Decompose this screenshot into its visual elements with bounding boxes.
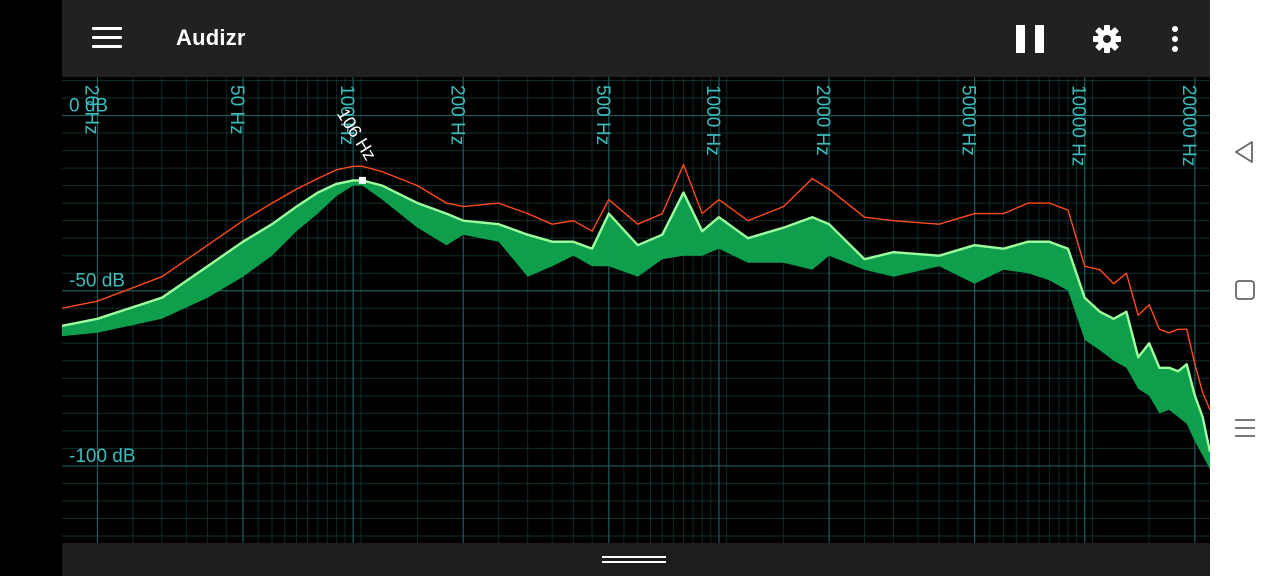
frequency-tick-label: 20000 Hz: [1178, 85, 1199, 166]
toolbar: Audizr: [62, 0, 1210, 77]
back-button[interactable]: [1231, 138, 1259, 166]
frequency-tick-label: 5000 Hz: [958, 85, 979, 156]
db-tick-label: -100 dB: [69, 446, 136, 467]
frequency-tick-label: 1000 Hz: [702, 85, 723, 156]
spectrum-analyzer[interactable]: 20 Hz 50 Hz 100 Hz 200 Hz 500 Hz 1000 Hz 2000 …: [62, 77, 1210, 543]
left-system-edge: [0, 0, 62, 576]
panel-drag-handle[interactable]: [602, 552, 666, 568]
back-triangle-icon: [1235, 141, 1253, 163]
db-tick-label: 0 dB: [69, 96, 108, 117]
frequency-tick-label: 200 Hz: [446, 85, 467, 145]
bottom-panel-bar: [62, 543, 1210, 576]
marker-point[interactable]: [358, 176, 366, 184]
app-window: Audizr 20 Hz 50 Hz 100 Hz 200 Hz 500 Hz …: [62, 0, 1210, 576]
recents-button[interactable]: [1231, 414, 1259, 442]
recents-lines-icon: [1235, 419, 1255, 437]
system-navigation-bar: [1210, 0, 1280, 576]
more-options-button[interactable]: [1156, 20, 1192, 58]
settings-button[interactable]: [1088, 20, 1128, 58]
frequency-tick-label: 10000 Hz: [1068, 85, 1089, 166]
menu-button[interactable]: [84, 18, 128, 58]
home-square-icon: [1235, 280, 1255, 300]
home-button[interactable]: [1231, 276, 1259, 304]
frequency-tick-label: 2000 Hz: [812, 85, 833, 156]
frequency-tick-label: 50 Hz: [226, 85, 247, 135]
gear-icon: [1093, 25, 1121, 53]
pause-button[interactable]: [1010, 20, 1050, 58]
app-title: Audizr: [176, 25, 246, 50]
frequency-tick-label: 500 Hz: [592, 85, 613, 145]
db-tick-label: -50 dB: [69, 271, 125, 292]
